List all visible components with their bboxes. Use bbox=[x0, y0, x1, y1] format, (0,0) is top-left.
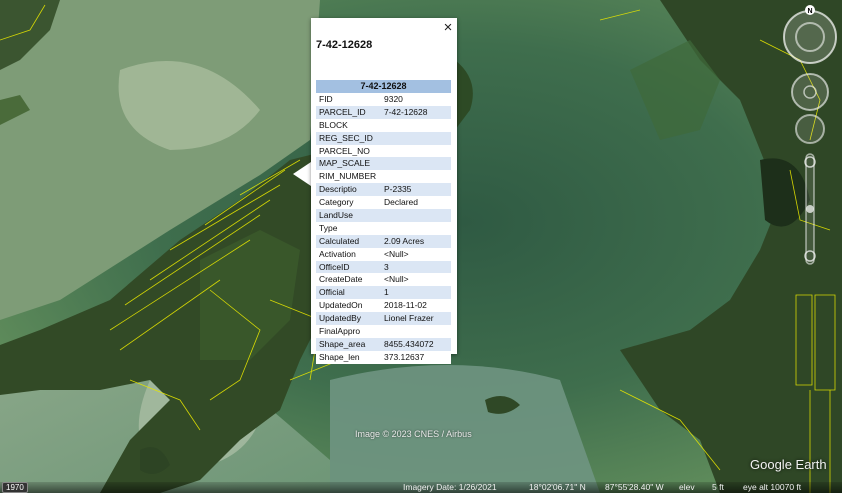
attribute-row: Type bbox=[316, 221, 451, 235]
attribute-value bbox=[384, 157, 451, 170]
north-label: N bbox=[807, 8, 812, 15]
attribute-value: 373.12637 bbox=[384, 351, 425, 362]
attribute-key: Shape_area bbox=[319, 338, 366, 349]
historical-year: 1970 bbox=[2, 482, 28, 493]
attribute-key: Activation bbox=[319, 248, 356, 259]
attribute-key: FinalAppro bbox=[319, 326, 361, 337]
attribute-row: OfficeID 3 bbox=[316, 260, 451, 274]
look-joystick[interactable] bbox=[791, 73, 829, 111]
attribute-value bbox=[384, 145, 451, 158]
attribute-value: <Null> bbox=[384, 248, 409, 259]
attribute-row: UpdatedBy Lionel Frazer bbox=[316, 312, 451, 326]
attribute-value bbox=[384, 170, 451, 183]
attribute-value: 9320 bbox=[384, 94, 403, 104]
imagery-copyright: Image © 2023 CNES / Airbus bbox=[355, 429, 472, 439]
attribute-row: LandUse bbox=[316, 209, 451, 222]
attribute-key: Calculated bbox=[319, 235, 360, 246]
attribute-key: LandUse bbox=[319, 210, 354, 221]
elevation-value: 5 ft bbox=[712, 482, 724, 492]
attribute-key: PARCEL_ID bbox=[319, 106, 366, 117]
attribute-row: PARCEL_NO bbox=[316, 144, 451, 158]
attribute-value: Declared bbox=[384, 197, 419, 208]
attribute-key: UpdatedBy bbox=[319, 313, 362, 324]
attribute-value: 1 bbox=[384, 287, 389, 298]
attribute-row: RIM_NUMBER bbox=[316, 170, 451, 184]
attribute-key: PARCEL_NO bbox=[319, 145, 370, 156]
zoom-slider-handle bbox=[806, 205, 814, 213]
balloon-pointer bbox=[293, 162, 311, 186]
attribute-table-header: 7-42-12628 bbox=[316, 80, 451, 93]
attribute-key: CreateDate bbox=[319, 274, 363, 285]
attribute-row: UpdatedOn 2018-11-02 bbox=[316, 299, 451, 313]
elevation-label: elev bbox=[679, 482, 695, 492]
attribute-row: Shape_area 8455.434072 bbox=[316, 337, 451, 351]
attribute-key: Shape_len bbox=[319, 351, 360, 362]
attribute-value bbox=[384, 222, 451, 235]
longitude: 87°55'28.40" W bbox=[605, 482, 664, 492]
attribute-row: FinalAppro bbox=[316, 325, 451, 338]
attribute-key: Descriptio bbox=[319, 184, 357, 195]
attribute-value: P-2335 bbox=[384, 184, 412, 195]
zoom-slider[interactable] bbox=[804, 153, 816, 265]
attribute-key: FID bbox=[319, 94, 333, 104]
compass-ring[interactable] bbox=[783, 10, 837, 64]
attribute-value: Lionel Frazer bbox=[384, 313, 434, 324]
navigation-controls[interactable]: N bbox=[778, 4, 838, 269]
attribute-key: UpdatedOn bbox=[319, 300, 363, 311]
latitude: 18°02'06.71" N bbox=[529, 482, 586, 492]
attribute-row: REG_SEC_ID bbox=[316, 131, 451, 145]
attribute-key: Type bbox=[319, 222, 338, 233]
attribute-value bbox=[384, 209, 451, 222]
attribute-value: 7-42-12628 bbox=[384, 106, 428, 117]
attribute-key: OfficeID bbox=[319, 261, 350, 272]
attribute-row: FID 9320 bbox=[316, 93, 451, 106]
balloon-title: 7-42-12628 bbox=[316, 39, 373, 51]
info-balloon: × 7-42-12628 7-42-12628 FID 9320 PARCEL_ID… bbox=[311, 18, 457, 364]
attribute-row: Descriptio P-2335 bbox=[316, 183, 451, 197]
attribute-row: Shape_len 373.12637 bbox=[316, 350, 451, 364]
eye-altitude: eye alt 10070 ft bbox=[743, 482, 802, 492]
attribute-row: MAP_SCALE bbox=[316, 157, 451, 171]
attribute-row: CreateDate <Null> bbox=[316, 273, 451, 287]
attribute-value: <Null> bbox=[384, 274, 409, 285]
status-bar: 1970 Imagery Date: 1/26/2021 18°02'06.71… bbox=[0, 482, 842, 493]
close-icon[interactable]: × bbox=[441, 20, 455, 36]
attribute-value: 2018-11-02 bbox=[384, 300, 427, 311]
attribute-table: 7-42-12628 FID 9320 PARCEL_ID 7-42-12628 BLO… bbox=[316, 80, 451, 364]
attribute-value: 2.09 Acres bbox=[384, 235, 425, 246]
attribute-key: Category bbox=[319, 197, 354, 208]
attribute-value bbox=[384, 325, 451, 338]
attribute-row: PARCEL_ID 7-42-12628 bbox=[316, 105, 451, 119]
attribute-row: Category Declared bbox=[316, 196, 451, 210]
attribute-value: 8455.434072 bbox=[384, 338, 434, 349]
attribute-row: Activation <Null> bbox=[316, 247, 451, 261]
attribute-key: REG_SEC_ID bbox=[319, 132, 373, 143]
attribute-key: Official bbox=[319, 287, 345, 298]
move-joystick[interactable] bbox=[795, 114, 825, 144]
attribute-value bbox=[384, 119, 451, 132]
imagery-date: Imagery Date: 1/26/2021 bbox=[403, 482, 497, 492]
google-earth-logo: Google Earth bbox=[750, 457, 827, 472]
attribute-row: BLOCK bbox=[316, 118, 451, 132]
attribute-row: Official 1 bbox=[316, 286, 451, 300]
attribute-key: MAP_SCALE bbox=[319, 158, 371, 169]
attribute-row: Calculated 2.09 Acres bbox=[316, 234, 451, 248]
attribute-key: BLOCK bbox=[319, 119, 348, 130]
attribute-key: RIM_NUMBER bbox=[319, 171, 377, 182]
attribute-value bbox=[384, 132, 451, 145]
attribute-value: 3 bbox=[384, 261, 389, 272]
